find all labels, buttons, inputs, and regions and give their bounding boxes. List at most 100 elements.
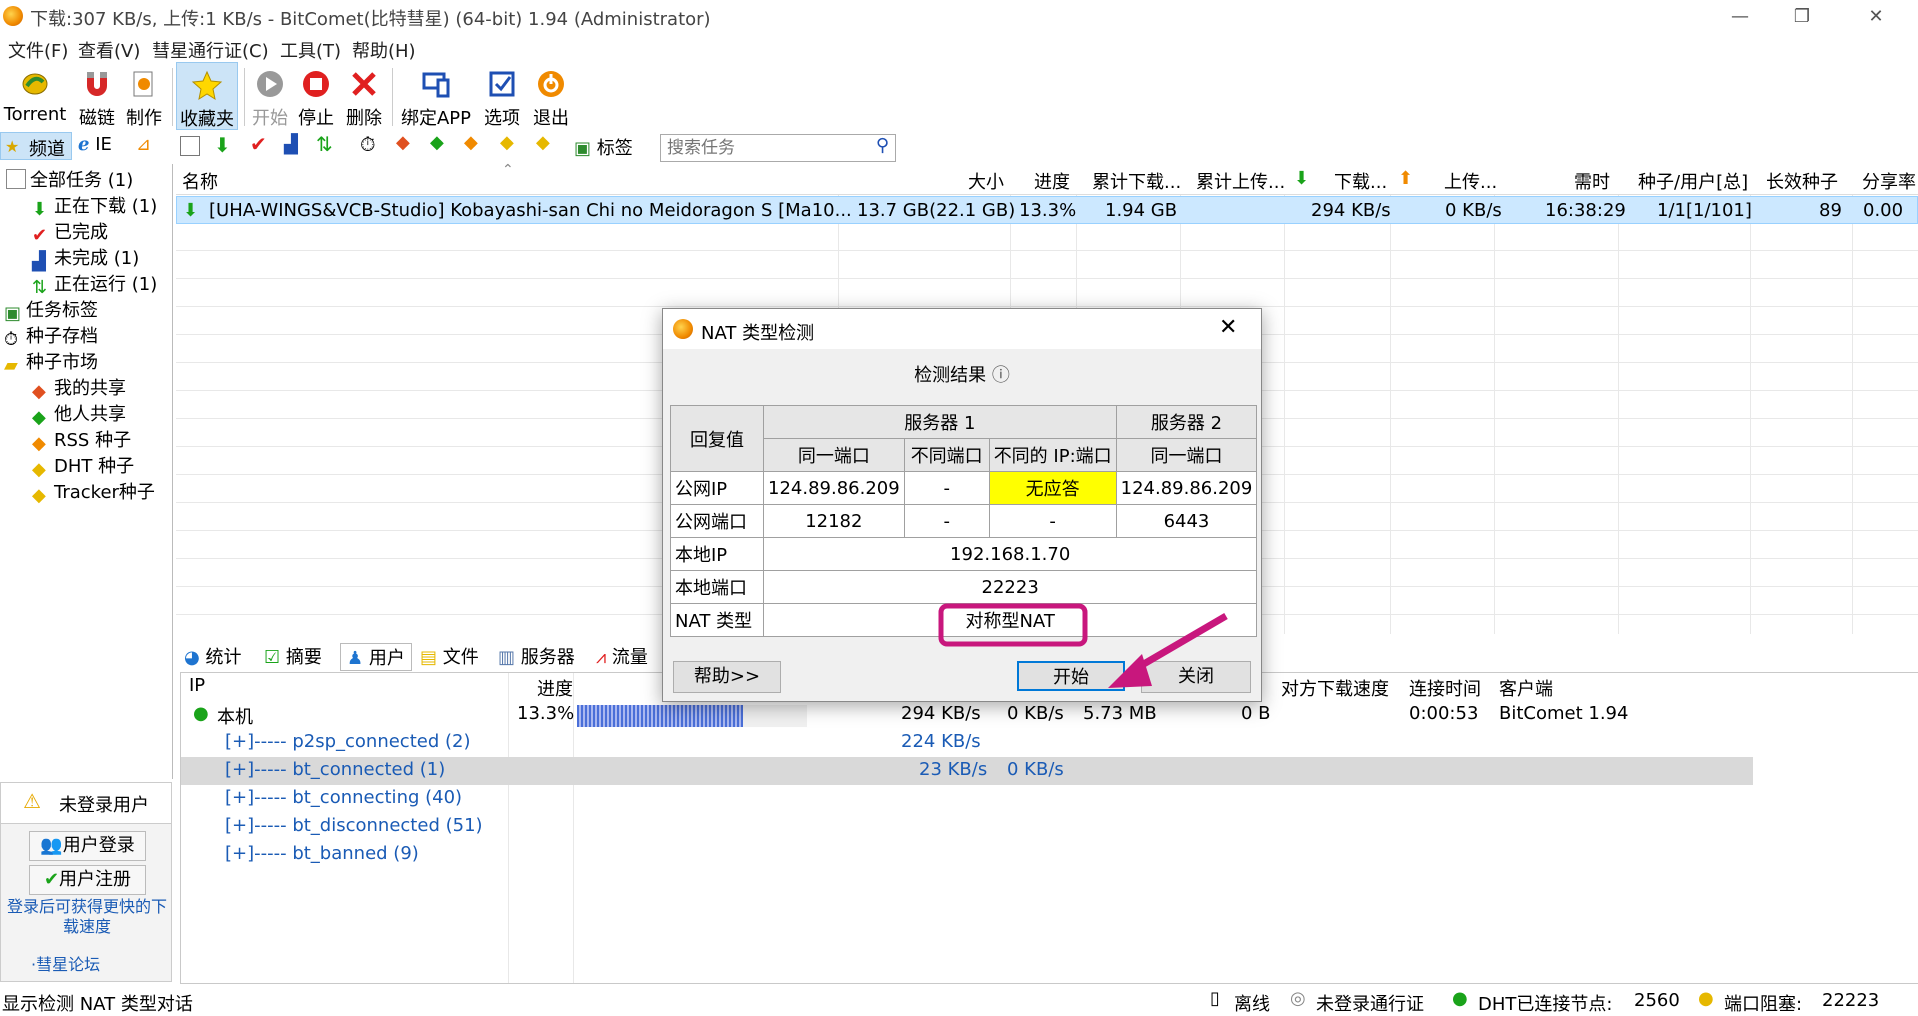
diff-ip-port-header: 不同的 IP:端口 [988, 438, 1117, 472]
download-arrow-icon: ⬇ [32, 199, 48, 220]
users-icon: 👥 [40, 835, 63, 856]
tree-market[interactable]: ▰ 种子市场 [4, 348, 98, 376]
col-size[interactable]: 大小 [968, 168, 1004, 194]
channel-tab[interactable]: ★ 频道 [0, 132, 72, 160]
tree-completed[interactable]: ✔ 已完成 [32, 218, 108, 246]
col-eta[interactable]: 需时 [1574, 168, 1610, 194]
col-total-up[interactable]: 累计上传... [1196, 168, 1285, 194]
reply-header: 回复值 [670, 405, 764, 472]
bind-app-button[interactable]: 绑定APP [398, 62, 474, 130]
tree-downloading[interactable]: ⬇ 正在下载 (1) [32, 192, 157, 220]
close-dialog-button[interactable]: 关闭 [1141, 661, 1251, 693]
peer-row-local[interactable]: ● 本机 13.3% 294 KB/s 0 KB/s 5.73 MB 0 B 0… [181, 701, 1753, 729]
magnet-icon [87, 72, 107, 96]
tree-all-tasks[interactable]: 全部任务 (1) [6, 166, 133, 192]
menu-help[interactable]: 帮助(H) [352, 37, 416, 63]
info-icon[interactable]: ⓘ [992, 365, 1010, 386]
torrent-button[interactable]: Torrent [0, 62, 70, 130]
login-button[interactable]: 👥用户登录 [29, 831, 146, 861]
tab-peers[interactable]: ♟ 用户 [340, 643, 412, 671]
tree-task-tags[interactable]: ▣ 任务标签 [4, 296, 98, 324]
tree-my-share[interactable]: ◆ 我的共享 [32, 374, 126, 402]
rss-icon[interactable]: ⊿ [136, 134, 151, 155]
peer-group-bt-disconnected[interactable]: [+]----- bt_disconnected (51) [181, 813, 1753, 841]
options-button[interactable]: 选项 [478, 62, 526, 130]
tree-archive[interactable]: ⏱ 种子存档 [4, 322, 98, 350]
col-down[interactable]: 下载... [1334, 168, 1387, 194]
make-torrent-button[interactable]: 制作 [122, 62, 166, 130]
start-detect-button[interactable]: 开始 [1017, 661, 1125, 691]
col-long-seeds[interactable]: 长效种子 [1766, 168, 1838, 194]
col-ratio[interactable]: 分享率 [1862, 168, 1916, 194]
col-up[interactable]: 上传... [1444, 168, 1497, 194]
peer-group-p2sp[interactable]: [+]----- p2sp_connected (2) 224 KB/s [181, 729, 1753, 757]
tab-files[interactable]: ▤ 文件 [420, 643, 479, 669]
col-conn-time[interactable]: 连接时间 [1409, 675, 1481, 701]
register-button[interactable]: ✔用户注册 [29, 865, 146, 895]
peer-group-bt-connecting[interactable]: [+]----- bt_connecting (40) [181, 785, 1753, 813]
others-share-icon: ◆ [32, 407, 46, 428]
menu-file[interactable]: 文件(F) [8, 37, 68, 63]
tree-running[interactable]: ⇅ 正在运行 (1) [32, 270, 157, 298]
login-tip[interactable]: 登录后可获得更快的下载速度 [5, 897, 169, 937]
magnet-button[interactable]: 磁链 [74, 62, 120, 130]
delete-button[interactable]: 删除 [342, 62, 386, 130]
checkmark-icon[interactable]: ✔ [250, 132, 267, 156]
col-peer-down-speed[interactable]: 对方下载速度 [1281, 675, 1389, 701]
stop-button[interactable]: 停止 [294, 62, 338, 130]
ie-tab[interactable]: ℯ IE [78, 134, 112, 155]
share-icon[interactable]: ◆ [396, 132, 410, 153]
restore-button[interactable]: ❐ [1772, 2, 1832, 32]
dialog-close-icon[interactable]: ✕ [1219, 315, 1237, 340]
tracker-icon[interactable]: ◆ [536, 132, 550, 153]
bitcomet-logo-icon [673, 319, 693, 339]
star-icon: ★ [5, 137, 20, 156]
forum-link[interactable]: ·彗星论坛 [31, 951, 100, 975]
download-arrow-icon[interactable]: ⬇ [214, 133, 231, 157]
task-row[interactable]: ⬇ [UHA-WINGS&VCB-Studio] Kobayashi-san C… [176, 196, 1918, 224]
peer-group-bt-banned[interactable]: [+]----- bt_banned (9) [181, 841, 1753, 869]
col-seeds[interactable]: 种子/用户[总] [1638, 168, 1748, 194]
col-total-down[interactable]: 累计下载... [1092, 168, 1181, 194]
secondary-toolbar: ★ 频道 ℯ IE ⊿ ⬇ ✔ ▟ ⇅ ⏱ ◆ ◆ ◆ ◆ ◆ ▣ 标签 ⚲ [0, 132, 1918, 162]
updown-icon[interactable]: ⇅ [316, 132, 333, 156]
tab-servers[interactable]: ▥ 服务器 [498, 643, 575, 669]
incomplete-icon[interactable]: ▟ [284, 134, 298, 155]
start-button[interactable]: 开始 [248, 62, 292, 130]
status-passport[interactable]: 未登录通行证 [1316, 990, 1424, 1016]
archive-icon[interactable]: ⏱ [360, 132, 376, 156]
status-offline[interactable]: 离线 [1234, 990, 1270, 1016]
tab-summary[interactable]: ☑ 摘要 [264, 643, 322, 669]
col-peer-progress[interactable]: 进度 [537, 675, 573, 701]
menu-passport[interactable]: 彗星通行证(C) [152, 37, 269, 63]
tree-others-share[interactable]: ◆ 他人共享 [32, 400, 126, 428]
dht-icon[interactable]: ◆ [500, 132, 514, 153]
same-port-header: 同一端口 [763, 438, 905, 472]
col-client[interactable]: 客户端 [1499, 675, 1553, 701]
others-share-icon[interactable]: ◆ [430, 132, 444, 153]
tree-dht[interactable]: ◆ DHT 种子 [32, 452, 134, 480]
tree-tracker[interactable]: ◆ Tracker种子 [32, 478, 155, 506]
help-button[interactable]: 帮助>> [673, 661, 781, 693]
col-progress[interactable]: 进度 [1034, 168, 1070, 194]
new-task-icon[interactable] [180, 136, 200, 156]
tag-button[interactable]: ▣ 标签 [574, 134, 633, 160]
tab-stats[interactable]: ◕ 统计 [184, 643, 241, 669]
tree-rss[interactable]: ◆ RSS 种子 [32, 426, 131, 454]
tracker-icon: ◆ [32, 485, 46, 506]
menu-tools[interactable]: 工具(T) [280, 37, 341, 63]
tab-traffic[interactable]: ⩘ 流量 [596, 643, 648, 669]
col-name[interactable]: 名称 [182, 168, 218, 194]
favorites-button[interactable]: 收藏夹 [176, 62, 238, 130]
menu-view[interactable]: 查看(V) [78, 37, 140, 63]
tree-incomplete[interactable]: ▟ 未完成 (1) [32, 244, 139, 272]
rss-seed-icon[interactable]: ◆ [464, 132, 478, 153]
minimize-button[interactable]: — [1710, 2, 1770, 32]
close-window-button[interactable]: ✕ [1846, 2, 1906, 32]
search-icon[interactable]: ⚲ [876, 135, 889, 156]
search-input[interactable] [665, 136, 869, 160]
col-ip[interactable]: IP [189, 675, 205, 696]
exit-button[interactable]: 退出 [528, 62, 574, 130]
search-box[interactable]: ⚲ [660, 134, 896, 162]
peer-group-bt-connected[interactable]: [+]----- bt_connected (1) 23 KB/s 0 KB/s [181, 757, 1753, 785]
